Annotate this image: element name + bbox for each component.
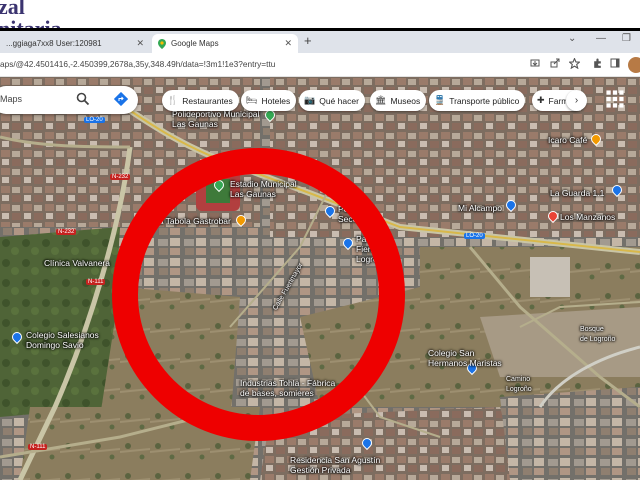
- chip-museos[interactable]: 🏛 Museos: [370, 90, 427, 111]
- place-label[interactable]: Icaro Café: [548, 135, 587, 145]
- share-icon[interactable]: [550, 58, 560, 68]
- chip-restaurantes[interactable]: 🍴 Restaurantes: [162, 90, 239, 111]
- new-tab-button[interactable]: +: [304, 33, 312, 48]
- place-label[interactable]: Clínica Valvanera: [44, 258, 110, 268]
- place-label[interactable]: Polideportivo Municipal Las Gaunas: [172, 109, 259, 129]
- tab-label: ...ggiaga7xx8 User:120981: [6, 39, 102, 48]
- directions-icon[interactable]: [114, 92, 128, 106]
- browser-tab-bar: ...ggiaga7xx8 User:120981 ✕ Google Maps …: [0, 31, 640, 53]
- apps-grid-icon[interactable]: [605, 89, 625, 109]
- place-label[interactable]: Colegio Salesianos Domingo Savio: [26, 330, 99, 350]
- place-label[interactable]: Residencia San Agustín Gestión Privada: [290, 455, 380, 475]
- page-header-fragment: zal nitaria: [0, 0, 640, 40]
- chip-hoteles[interactable]: 🛏 Hoteles: [241, 90, 297, 111]
- minimize-icon[interactable]: —: [596, 33, 606, 44]
- road-shield: N-232: [56, 229, 77, 235]
- place-label[interactable]: Colegio San Hermanos Maristas: [428, 348, 502, 368]
- maximize-icon[interactable]: ❐: [622, 33, 631, 44]
- tab-user[interactable]: ...ggiaga7xx8 User:120981 ✕: [0, 34, 150, 53]
- bed-icon: 🛏: [246, 95, 258, 105]
- avatar[interactable]: [628, 57, 640, 73]
- camera-icon: 📷: [304, 95, 316, 105]
- close-icon[interactable]: ✕: [284, 38, 292, 49]
- tab-google-maps[interactable]: Google Maps ✕: [152, 34, 298, 53]
- red-circle-annotation: [112, 148, 405, 441]
- place-label[interactable]: Los Manzanos: [560, 212, 615, 222]
- tab-label: Google Maps: [171, 39, 219, 48]
- place-label[interactable]: Mi Alcampo: [458, 203, 502, 213]
- chip-label: Hoteles: [261, 95, 291, 106]
- maps-search-box[interactable]: Maps: [0, 86, 138, 114]
- chip-label: Museos: [390, 95, 421, 106]
- area-label: Bosque de Logroño: [580, 326, 616, 343]
- chip-transporte-publico[interactable]: 🚆 Transporte público: [429, 90, 526, 111]
- tab-search-icon[interactable]: ⌄: [568, 33, 576, 44]
- bookmark-star-icon[interactable]: [569, 58, 580, 69]
- search-icon[interactable]: [76, 92, 90, 106]
- road-shield: N-111: [28, 444, 48, 450]
- chip-que-hacer[interactable]: 📷 Qué hacer: [299, 90, 365, 111]
- place-label[interactable]: La Guarda 1.1: [550, 188, 604, 198]
- url-field[interactable]: aps/@42.4501416,-2.450399,2678a,35y,348.…: [0, 59, 275, 69]
- install-icon[interactable]: [530, 58, 540, 68]
- chip-scroll-next-button[interactable]: ›: [566, 90, 587, 111]
- close-icon[interactable]: ✕: [136, 38, 144, 49]
- train-icon: 🚆: [434, 95, 446, 105]
- chip-label: Qué hacer: [319, 95, 359, 106]
- side-panel-icon[interactable]: [610, 58, 620, 68]
- google-maps-icon: [158, 38, 166, 49]
- pharmacy-icon: ✚: [537, 95, 545, 105]
- chip-label: Restaurantes: [182, 95, 233, 106]
- road-shield: LO-20: [84, 117, 105, 123]
- search-input[interactable]: Maps: [0, 94, 22, 104]
- road-shield: N-232: [110, 174, 131, 180]
- area-label: Camino Logroño: [506, 376, 532, 393]
- address-bar: aps/@42.4501416,-2.450399,2678a,35y,348.…: [0, 53, 640, 77]
- extensions-icon[interactable]: [592, 58, 603, 69]
- museum-icon: 🏛: [375, 95, 387, 105]
- fork-knife-icon: 🍴: [167, 95, 179, 105]
- road-shield: LO-20: [464, 233, 485, 239]
- chip-label: Transporte público: [449, 95, 520, 106]
- road-shield: N-111: [86, 279, 106, 285]
